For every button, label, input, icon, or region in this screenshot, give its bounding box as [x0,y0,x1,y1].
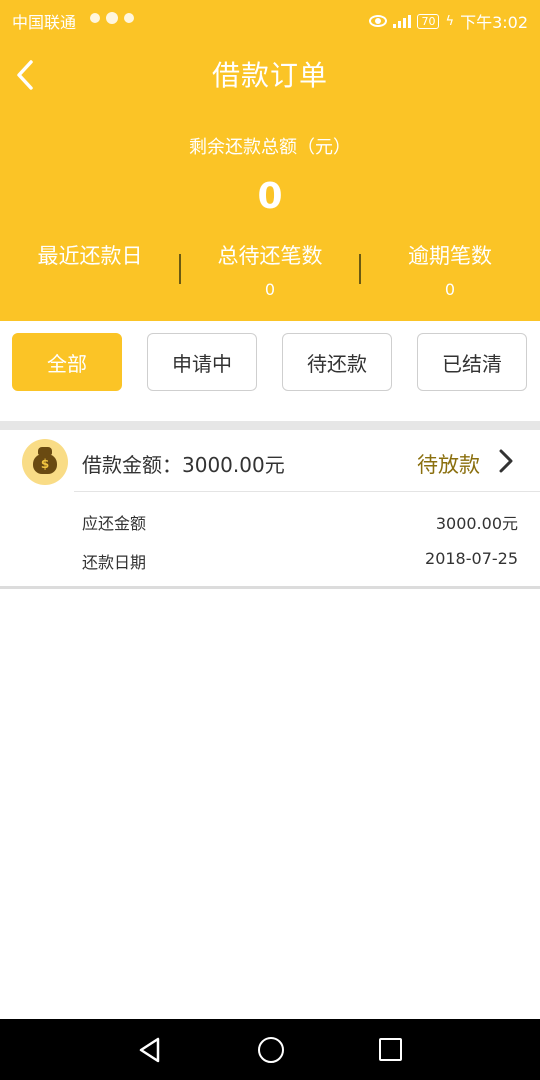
header: 中国联通 70 ϟ 下午3:02 借款订单 剩余还款总额（元） 0 最近还款日 … [0,0,540,321]
stat-label: 逾期笔数 [408,244,492,268]
section-divider [0,421,540,430]
app-notification-icon [90,13,100,23]
filter-tabs: 全部 申请中 待还款 已结清 [0,321,540,421]
stat-label: 总待还笔数 [217,244,323,268]
card-bottom-border [0,586,540,589]
tab-pending-repayment[interactable]: 待还款 [282,333,392,391]
loan-amount-value: 3000.00元 [182,453,285,477]
notification-icons [90,12,134,24]
order-status: 待放款 [417,453,480,477]
page-title: 借款订单 [211,59,328,92]
tab-settled[interactable]: 已结清 [417,333,527,391]
chevron-right-icon[interactable] [494,448,516,474]
nav-bar: 借款订单 [0,40,540,110]
money-bag-icon: $ [22,439,68,485]
stat-recent-due-date: 最近还款日 [0,240,180,280]
charging-icon: ϟ [445,13,455,29]
due-amount-value: 3000.00元 [435,514,518,533]
carrier-label: 中国联通 [12,13,77,32]
order-card[interactable]: $ 借款金额：3000.00元 待放款 应还金额 3000.00元 还款日期 2… [0,430,540,586]
eye-comfort-icon [369,15,388,27]
remaining-total-value: 0 [257,176,283,217]
loan-amount-label: 借款金额： [82,453,182,477]
clock: 下午3:02 [460,13,528,32]
stat-value: 0 [264,280,276,299]
remaining-total-label: 剩余还款总额（元） [189,137,351,158]
nav-recent-apps-icon[interactable] [379,1038,402,1061]
nav-back-icon[interactable] [138,1037,162,1063]
wechat-icon [106,12,118,24]
loan-amount: 借款金额：3000.00元 [82,449,285,478]
due-date-value: 2018-07-25 [425,549,518,568]
due-date-label: 还款日期 [82,553,147,572]
card-divider [74,491,540,492]
stat-overdue-count: 逾期笔数 0 [360,240,540,299]
nav-home-icon[interactable] [258,1037,284,1063]
stat-label: 最近还款日 [37,244,143,268]
stat-value: 0 [444,280,456,299]
due-amount-label: 应还金额 [82,514,147,533]
stat-pending-count: 总待还笔数 0 [180,240,360,299]
status-bar: 中国联通 70 ϟ 下午3:02 [0,0,540,38]
system-nav-bar [0,1019,540,1080]
battery-icon: 70 [417,13,440,29]
signal-icon [393,14,412,28]
tab-all[interactable]: 全部 [12,333,122,391]
app-notification-icon [124,13,134,23]
tab-applying[interactable]: 申请中 [147,333,257,391]
